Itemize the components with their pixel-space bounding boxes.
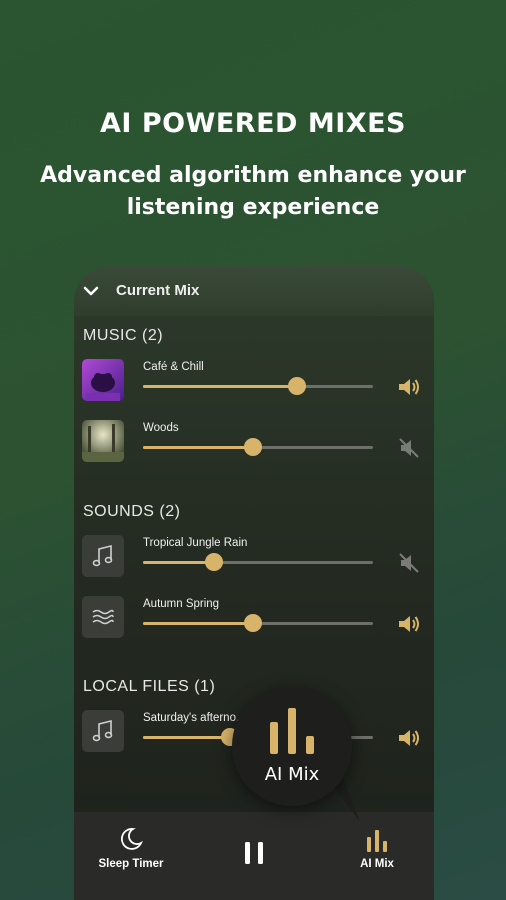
volume-slider[interactable]	[143, 553, 373, 571]
track-thumbnail	[82, 359, 124, 401]
volume-muted-icon[interactable]	[397, 552, 421, 574]
volume-slider[interactable]	[143, 438, 373, 456]
track-row: Café & Chill	[74, 359, 434, 409]
sleep-timer-label: Sleep Timer	[98, 858, 164, 870]
waves-icon	[92, 609, 114, 625]
section-title-music: MUSIC (2)	[83, 327, 164, 344]
slider-knob[interactable]	[244, 438, 263, 456]
track-row: Woods	[74, 420, 434, 470]
ai-mix-fab-label: AI Mix	[264, 764, 320, 785]
track-name: Tropical Jungle Rain	[143, 537, 248, 549]
chevron-down-icon[interactable]	[82, 282, 100, 300]
track-thumbnail	[82, 596, 124, 638]
sleep-timer-button[interactable]: Sleep Timer	[88, 826, 174, 870]
current-mix-header[interactable]: Current Mix	[74, 266, 434, 316]
volume-on-icon[interactable]	[397, 376, 421, 398]
track-name: Café & Chill	[143, 361, 204, 373]
promo-headline: AI POWERED MIXES	[100, 108, 406, 139]
music-note-icon	[92, 719, 113, 742]
section-title-local-files: LOCAL FILES (1)	[83, 678, 216, 695]
volume-on-icon[interactable]	[397, 727, 421, 749]
volume-muted-icon[interactable]	[397, 437, 421, 459]
ai-mix-nav-button[interactable]: AI Mix	[346, 828, 408, 870]
track-row: Tropical Jungle Rain	[74, 535, 434, 585]
pause-icon	[245, 842, 263, 864]
volume-slider[interactable]	[143, 614, 373, 632]
bottom-nav-bar: Sleep Timer AI Mix	[74, 812, 434, 900]
slider-knob[interactable]	[244, 614, 263, 632]
current-mix-title: Current Mix	[116, 282, 200, 299]
volume-slider[interactable]	[143, 377, 373, 395]
phone-screen: Current Mix MUSIC (2) Café & Chill Woods…	[74, 266, 434, 900]
bars-icon	[270, 708, 314, 754]
ai-mix-fab[interactable]: AI Mix	[232, 686, 352, 806]
track-name: Woods	[143, 422, 179, 434]
track-thumbnail	[82, 710, 124, 752]
moon-icon	[121, 828, 143, 850]
ai-mix-nav-label: AI Mix	[360, 858, 394, 870]
slider-knob[interactable]	[205, 553, 224, 571]
volume-on-icon[interactable]	[397, 613, 421, 635]
promo-subline: Advanced algorithm enhance your listenin…	[40, 163, 466, 220]
play-pause-button[interactable]	[240, 840, 268, 871]
track-name: Autumn Spring	[143, 598, 220, 610]
bars-icon	[367, 830, 387, 852]
track-row: Autumn Spring	[74, 596, 434, 646]
slider-knob[interactable]	[288, 377, 307, 395]
track-thumbnail	[82, 420, 124, 462]
section-title-sounds: SOUNDS (2)	[83, 503, 181, 520]
music-note-icon	[92, 544, 113, 567]
track-name: Saturday's afterno…	[143, 712, 248, 724]
track-thumbnail	[82, 535, 124, 577]
